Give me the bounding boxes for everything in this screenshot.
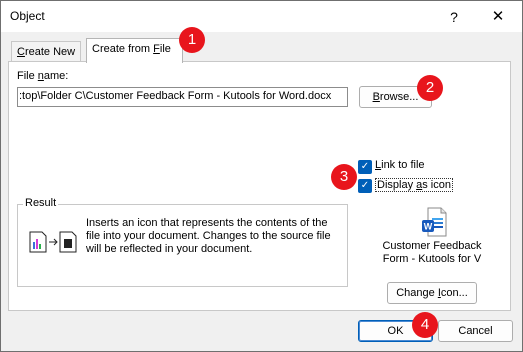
callout-badge-1: 1 [179, 27, 205, 53]
help-button[interactable]: ? [439, 4, 469, 30]
callout-badge-3: 3 [331, 164, 357, 190]
result-legend: Result [23, 197, 59, 209]
object-dialog: Object ? ✕ Create New Create from File F… [0, 0, 523, 352]
callout-badge-2: 2 [417, 75, 443, 101]
file-name-field[interactable]: :top\Folder C\Customer Feedback Form - K… [17, 87, 348, 107]
change-icon-button[interactable]: Change Icon... [387, 282, 477, 304]
title-bar: Object ? ✕ [1, 1, 522, 32]
display-as-icon-checkbox[interactable]: ✓ [358, 179, 372, 193]
tab-create-from-file[interactable]: Create from File [86, 38, 183, 63]
result-description: Inserts an icon that represents the cont… [86, 217, 331, 255]
close-button[interactable]: ✕ [483, 4, 513, 30]
file-name-label: File name: [17, 70, 69, 82]
dialog-title: Object [10, 9, 45, 23]
tab-create-new[interactable]: Create New [11, 41, 82, 63]
link-to-file-label: Link to file [375, 159, 425, 171]
link-to-file-checkbox[interactable]: ✓ [358, 160, 372, 174]
icon-caption: Customer Feedback Form - Kutools for V [382, 240, 482, 265]
display-as-icon-label: Display as icon [375, 178, 453, 192]
svg-text:W: W [424, 222, 433, 232]
word-document-icon: W [421, 207, 447, 237]
cancel-button[interactable]: Cancel [438, 320, 513, 342]
result-illustration-icon [29, 231, 79, 253]
callout-badge-4: 4 [412, 312, 438, 338]
result-group: Result Inserts an icon that represents t… [17, 197, 348, 287]
